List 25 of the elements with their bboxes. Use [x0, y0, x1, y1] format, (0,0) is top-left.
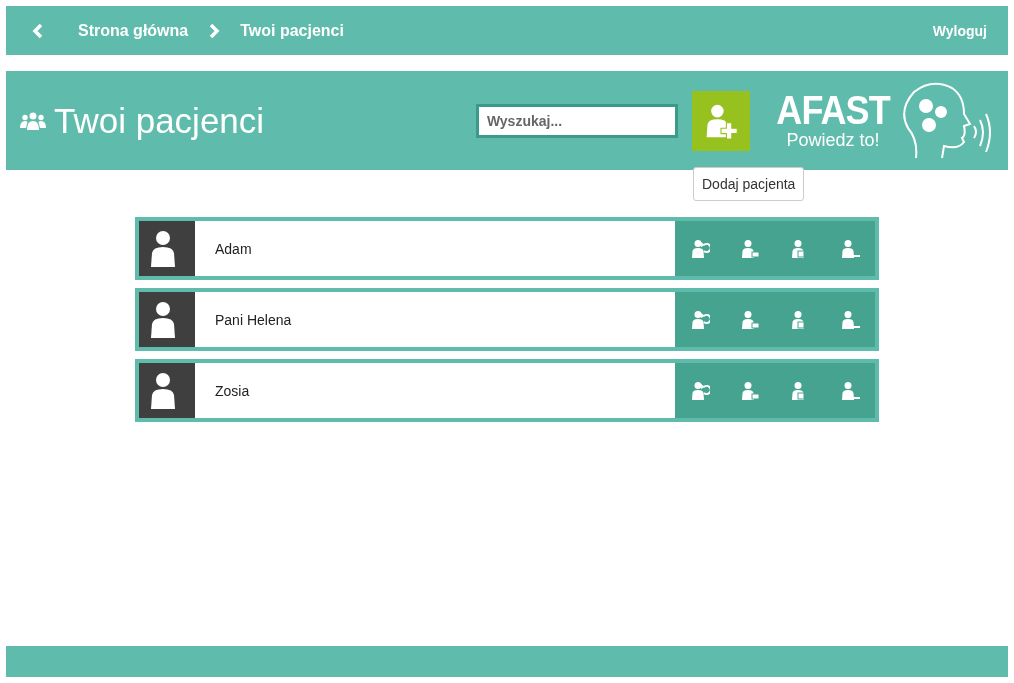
person-icon: [740, 309, 760, 330]
search-field[interactable]: Wyszukaj...: [475, 103, 678, 138]
person-icon: [740, 380, 760, 401]
add-patient-button[interactable]: [691, 90, 750, 151]
patient-row[interactable]: Pani Helena: [135, 288, 879, 351]
tooltip: Dodaj pacjenta: [693, 167, 805, 201]
person-icon: [690, 380, 710, 401]
person-icon: [840, 380, 860, 401]
group-icon: [20, 110, 46, 131]
back-chevron-icon[interactable]: [32, 22, 44, 39]
patient-name: Pani Helena: [195, 292, 675, 347]
person-icon: [740, 238, 760, 259]
person-icon: [840, 309, 860, 330]
patient-row[interactable]: Zosia: [135, 359, 879, 422]
patient-row[interactable]: Adam: [135, 217, 879, 280]
page-title: Twoi pacjenci: [54, 100, 265, 141]
person-icon: [690, 238, 710, 259]
chevron-right-icon: [208, 22, 221, 39]
logo-slogan: Powiedz to!: [786, 130, 880, 151]
patient-name: Adam: [195, 221, 675, 276]
patient-name: Zosia: [195, 363, 675, 418]
breadcrumb-current: Twoi pacjenci: [240, 21, 344, 40]
person-icon: [690, 309, 710, 330]
logo-name: AFAST: [776, 90, 890, 130]
person-icon: [840, 238, 860, 259]
